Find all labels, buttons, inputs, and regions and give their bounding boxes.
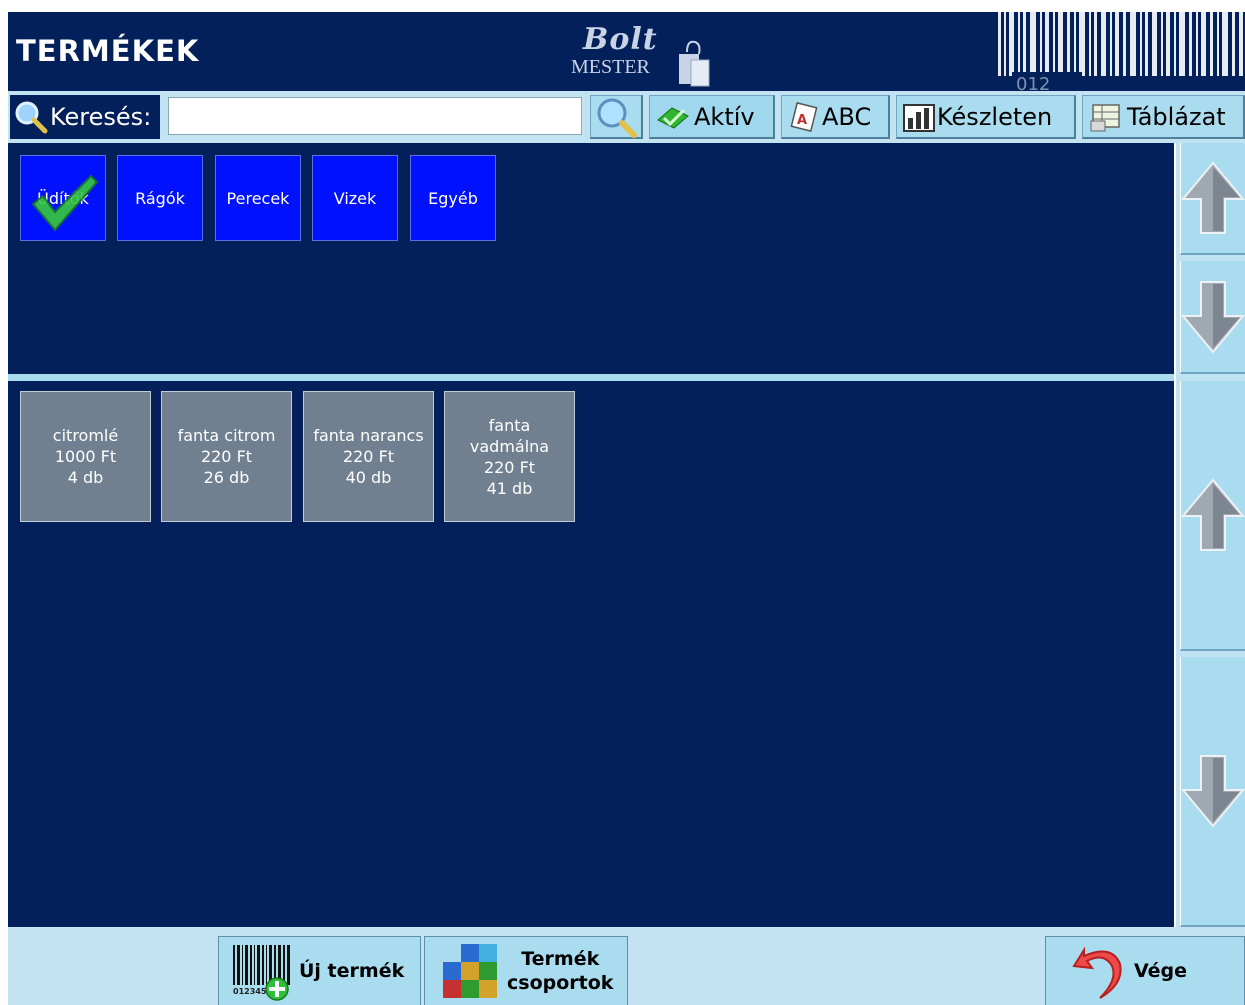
products-scroll-up-button[interactable] <box>1180 381 1245 651</box>
logo-script-text: Bolt <box>583 22 658 57</box>
group-label: Vizek <box>333 188 377 208</box>
toolbar: Keresés: Aktív A ABC Készleten Táblázat <box>8 91 1245 143</box>
in-stock-filter-label: Készleten <box>937 102 1053 131</box>
abc-sort-label: ABC <box>822 102 872 131</box>
group-tile-perecek[interactable]: Perecek <box>215 155 301 241</box>
magnifier-icon <box>597 98 637 138</box>
products-scroll-down-button[interactable] <box>1180 657 1245 927</box>
search-label: Keresés: <box>50 103 152 131</box>
new-product-button[interactable]: 012345 Új termék <box>218 936 421 1005</box>
arrow-down-icon <box>1181 755 1245 828</box>
product-stock: 40 db <box>345 468 392 487</box>
abc-book-icon: A <box>790 101 818 132</box>
barcode-decoration-icon: 012 <box>998 12 1243 91</box>
new-product-barcode-digits: 012345 <box>233 987 267 996</box>
product-name: fanta citrom <box>177 426 276 445</box>
product-tile[interactable]: fanta narancs 220 Ft 40 db <box>303 391 434 522</box>
product-name: citromlé <box>52 426 119 445</box>
bolt-mester-logo: Bolt MESTER <box>571 22 721 87</box>
product-name: fanta vadmálna <box>469 415 550 456</box>
product-stock: 26 db <box>203 468 250 487</box>
barcode-digits: 012 <box>1016 74 1050 91</box>
arrow-up-icon <box>1181 478 1245 551</box>
group-tile-vizek[interactable]: Vizek <box>312 155 398 241</box>
green-check-icon <box>657 106 689 129</box>
logo-mester-text: MESTER <box>571 56 650 78</box>
arrow-up-icon <box>1181 161 1245 234</box>
products-panel: citromlé 1000 Ft 4 db fanta citrom 220 F… <box>8 381 1174 927</box>
scroll-rail <box>1176 143 1245 927</box>
shopping-bag-icon <box>679 40 710 87</box>
product-price: 1000 Ft <box>54 447 117 466</box>
table-view-button[interactable]: Táblázat <box>1082 95 1245 139</box>
product-tile[interactable]: fanta vadmálna 220 Ft 41 db <box>444 391 575 522</box>
svg-text:A: A <box>797 113 807 128</box>
page-title: TERMÉKEK <box>16 34 200 68</box>
table-view-label: Táblázat <box>1127 102 1226 131</box>
selected-check-icon <box>31 174 99 232</box>
new-product-label: Új termék <box>299 960 405 982</box>
footer-bar: 012345 Új termék Termék csoportok Vége <box>8 927 1245 1005</box>
search-icon <box>15 101 48 134</box>
product-tile[interactable]: citromlé 1000 Ft 4 db <box>20 391 151 522</box>
app-header: TERMÉKEK Bolt MESTER 012 <box>8 12 1245 91</box>
product-stock: 4 db <box>67 468 104 487</box>
exit-label: Vége <box>1134 960 1188 982</box>
active-filter-button[interactable]: Aktív <box>649 95 775 139</box>
group-tile-egyeb[interactable]: Egyéb <box>410 155 496 241</box>
product-groups-label-line1: Termék <box>521 948 600 970</box>
product-tile[interactable]: fanta citrom 220 Ft 26 db <box>161 391 292 522</box>
search-input[interactable] <box>168 97 582 135</box>
in-stock-filter-button[interactable]: Készleten <box>896 95 1076 139</box>
search-label-box: Keresés: <box>10 95 160 139</box>
group-label: Perecek <box>226 188 290 208</box>
undo-arrow-icon <box>1072 946 1122 999</box>
product-name: fanta narancs <box>313 426 424 445</box>
exit-button[interactable]: Vége <box>1045 936 1245 1005</box>
product-groups-label-line2: csoportok <box>507 972 614 994</box>
groups-scroll-down-button[interactable] <box>1180 261 1245 374</box>
panel-divider <box>8 374 1174 381</box>
group-label: Egyéb <box>428 188 478 208</box>
group-label: Rágók <box>135 188 185 208</box>
product-groups-button[interactable]: Termék csoportok <box>424 936 628 1005</box>
search-button[interactable] <box>590 95 643 139</box>
table-icon <box>1090 103 1120 131</box>
arrow-down-icon <box>1181 280 1245 354</box>
product-groups-panel: Üdítők Rágók Perecek Vizek Egyéb <box>8 143 1174 374</box>
bar-chart-icon <box>903 103 935 132</box>
product-price: 220 Ft <box>342 447 395 466</box>
product-groups-label: Termék csoportok <box>507 947 613 995</box>
barcode-add-icon: 012345 <box>233 945 290 1001</box>
abc-sort-button[interactable]: A ABC <box>781 95 890 139</box>
product-price: 220 Ft <box>483 457 536 477</box>
group-tile-uditok[interactable]: Üdítők <box>20 155 106 241</box>
stacked-cubes-icon <box>443 944 497 998</box>
product-stock: 41 db <box>486 478 533 498</box>
groups-scroll-up-button[interactable] <box>1180 143 1245 255</box>
active-filter-label: Aktív <box>694 102 755 131</box>
product-price: 220 Ft <box>200 447 253 466</box>
group-tile-ragok[interactable]: Rágók <box>117 155 203 241</box>
